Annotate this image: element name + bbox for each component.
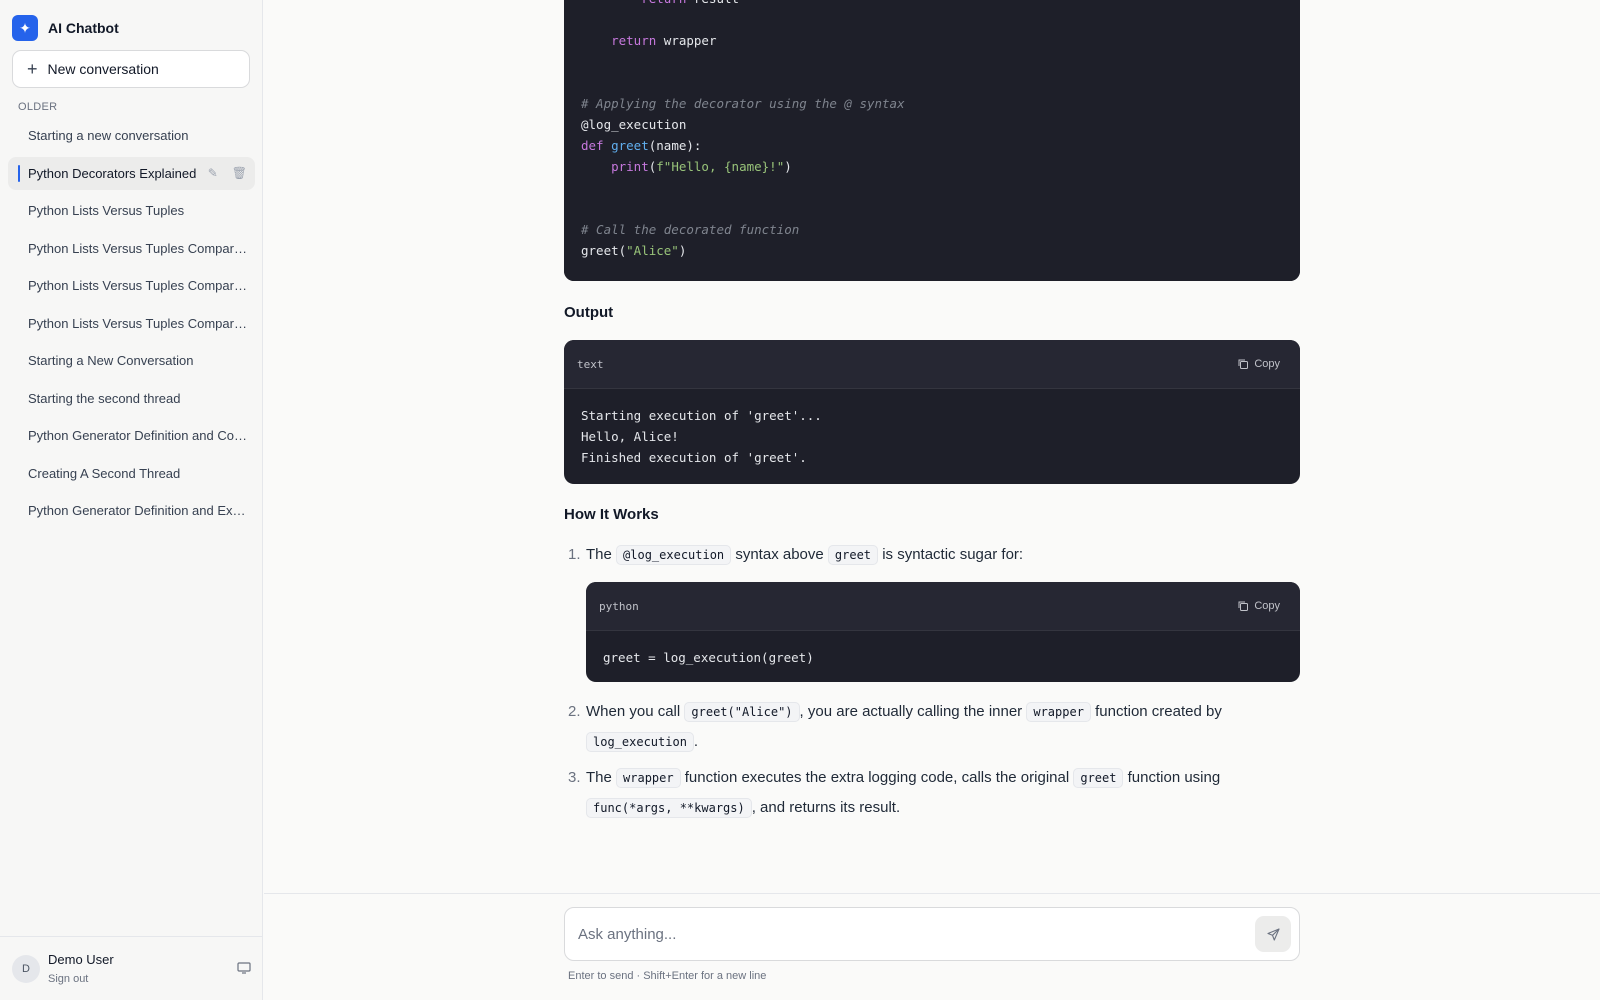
send-icon — [1266, 927, 1280, 941]
send-button[interactable] — [1255, 916, 1291, 952]
steps-list-continued: 2. When you call greet("Alice"), you are … — [564, 697, 1264, 823]
monitor-icon[interactable] — [237, 961, 251, 977]
conversation-item[interactable]: Creating A Second Thread — [8, 457, 255, 490]
code-block-output: text Copy Starting execution of 'greet'.… — [564, 340, 1300, 484]
chat-main: return result return result return wrapp… — [264, 0, 1600, 893]
sign-out-link[interactable]: Sign out — [48, 973, 237, 985]
output-heading: Output — [564, 304, 614, 321]
list-item: 3. The wrapper function executes the extr… — [568, 768, 1221, 818]
trash-icon[interactable]: 🗑 — [232, 166, 247, 180]
conversation-item[interactable]: Python Lists Versus Tuples — [8, 194, 255, 227]
conversation-item-active[interactable]: Python Decorators Explained ✎ 🗑 — [8, 156, 255, 190]
list-item: 2. When you call greet("Alice"), you are … — [568, 702, 1222, 752]
conversation-item[interactable]: Starting the second thread — [8, 382, 255, 415]
message-input-box — [564, 907, 1300, 961]
copy-button[interactable]: Copy — [1238, 358, 1280, 370]
brand: ✦ AI Chatbot — [12, 15, 119, 41]
user-area: D Demo User Sign out — [0, 936, 263, 1000]
sidebar: ✦ AI Chatbot + New conversation OLDER St… — [0, 0, 263, 1000]
conversation-item[interactable]: Python Generator Definition and Example — [8, 494, 255, 527]
sparkle-icon: ✦ — [12, 15, 38, 41]
steps-list: 1. The @log_execution syntax above greet … — [564, 540, 1264, 578]
section-label-older: OLDER — [18, 101, 58, 113]
copy-icon — [1238, 601, 1249, 611]
conversation-item[interactable]: Python Generator Definition and Comparis… — [8, 419, 255, 452]
new-conversation-label: New conversation — [47, 61, 159, 77]
plus-icon: + — [27, 59, 38, 79]
avatar[interactable]: D — [12, 954, 40, 983]
copy-icon — [1238, 359, 1249, 369]
code-block-python-sugar: python Copy greet = log_execution(greet) — [586, 582, 1300, 682]
conversation-item[interactable]: Starting a New Conversation — [8, 344, 255, 377]
edit-pencil-icon[interactable]: ✎ — [208, 166, 218, 180]
copy-button[interactable]: Copy — [1238, 600, 1280, 612]
code-block-python-source: return result return wrapper # Applying … — [564, 0, 1300, 281]
new-conversation-button[interactable]: + New conversation — [12, 50, 250, 88]
code-language-label: python — [599, 599, 639, 613]
conversation-list: Starting a new conversation Python Decor… — [8, 119, 255, 532]
composer-hint: Enter to send · Shift+Enter for a new li… — [568, 970, 767, 982]
composer: Enter to send · Shift+Enter for a new li… — [264, 893, 1600, 1000]
conversation-item[interactable]: Python Lists Versus Tuples Comparison — [8, 307, 255, 340]
conversation-item[interactable]: Python Lists Versus Tuples Comparison — [8, 269, 255, 302]
code-language-label: text — [577, 357, 604, 371]
user-name: Demo User — [48, 952, 114, 967]
message-input[interactable] — [578, 925, 1255, 943]
app-title: AI Chatbot — [48, 20, 119, 36]
conversation-item[interactable]: Python Lists Versus Tuples Comparison — [8, 232, 255, 265]
conversation-item[interactable]: Starting a new conversation — [8, 119, 255, 152]
list-item: 1. The @log_execution syntax above greet … — [568, 545, 1024, 565]
how-it-works-heading: How It Works — [564, 506, 659, 523]
